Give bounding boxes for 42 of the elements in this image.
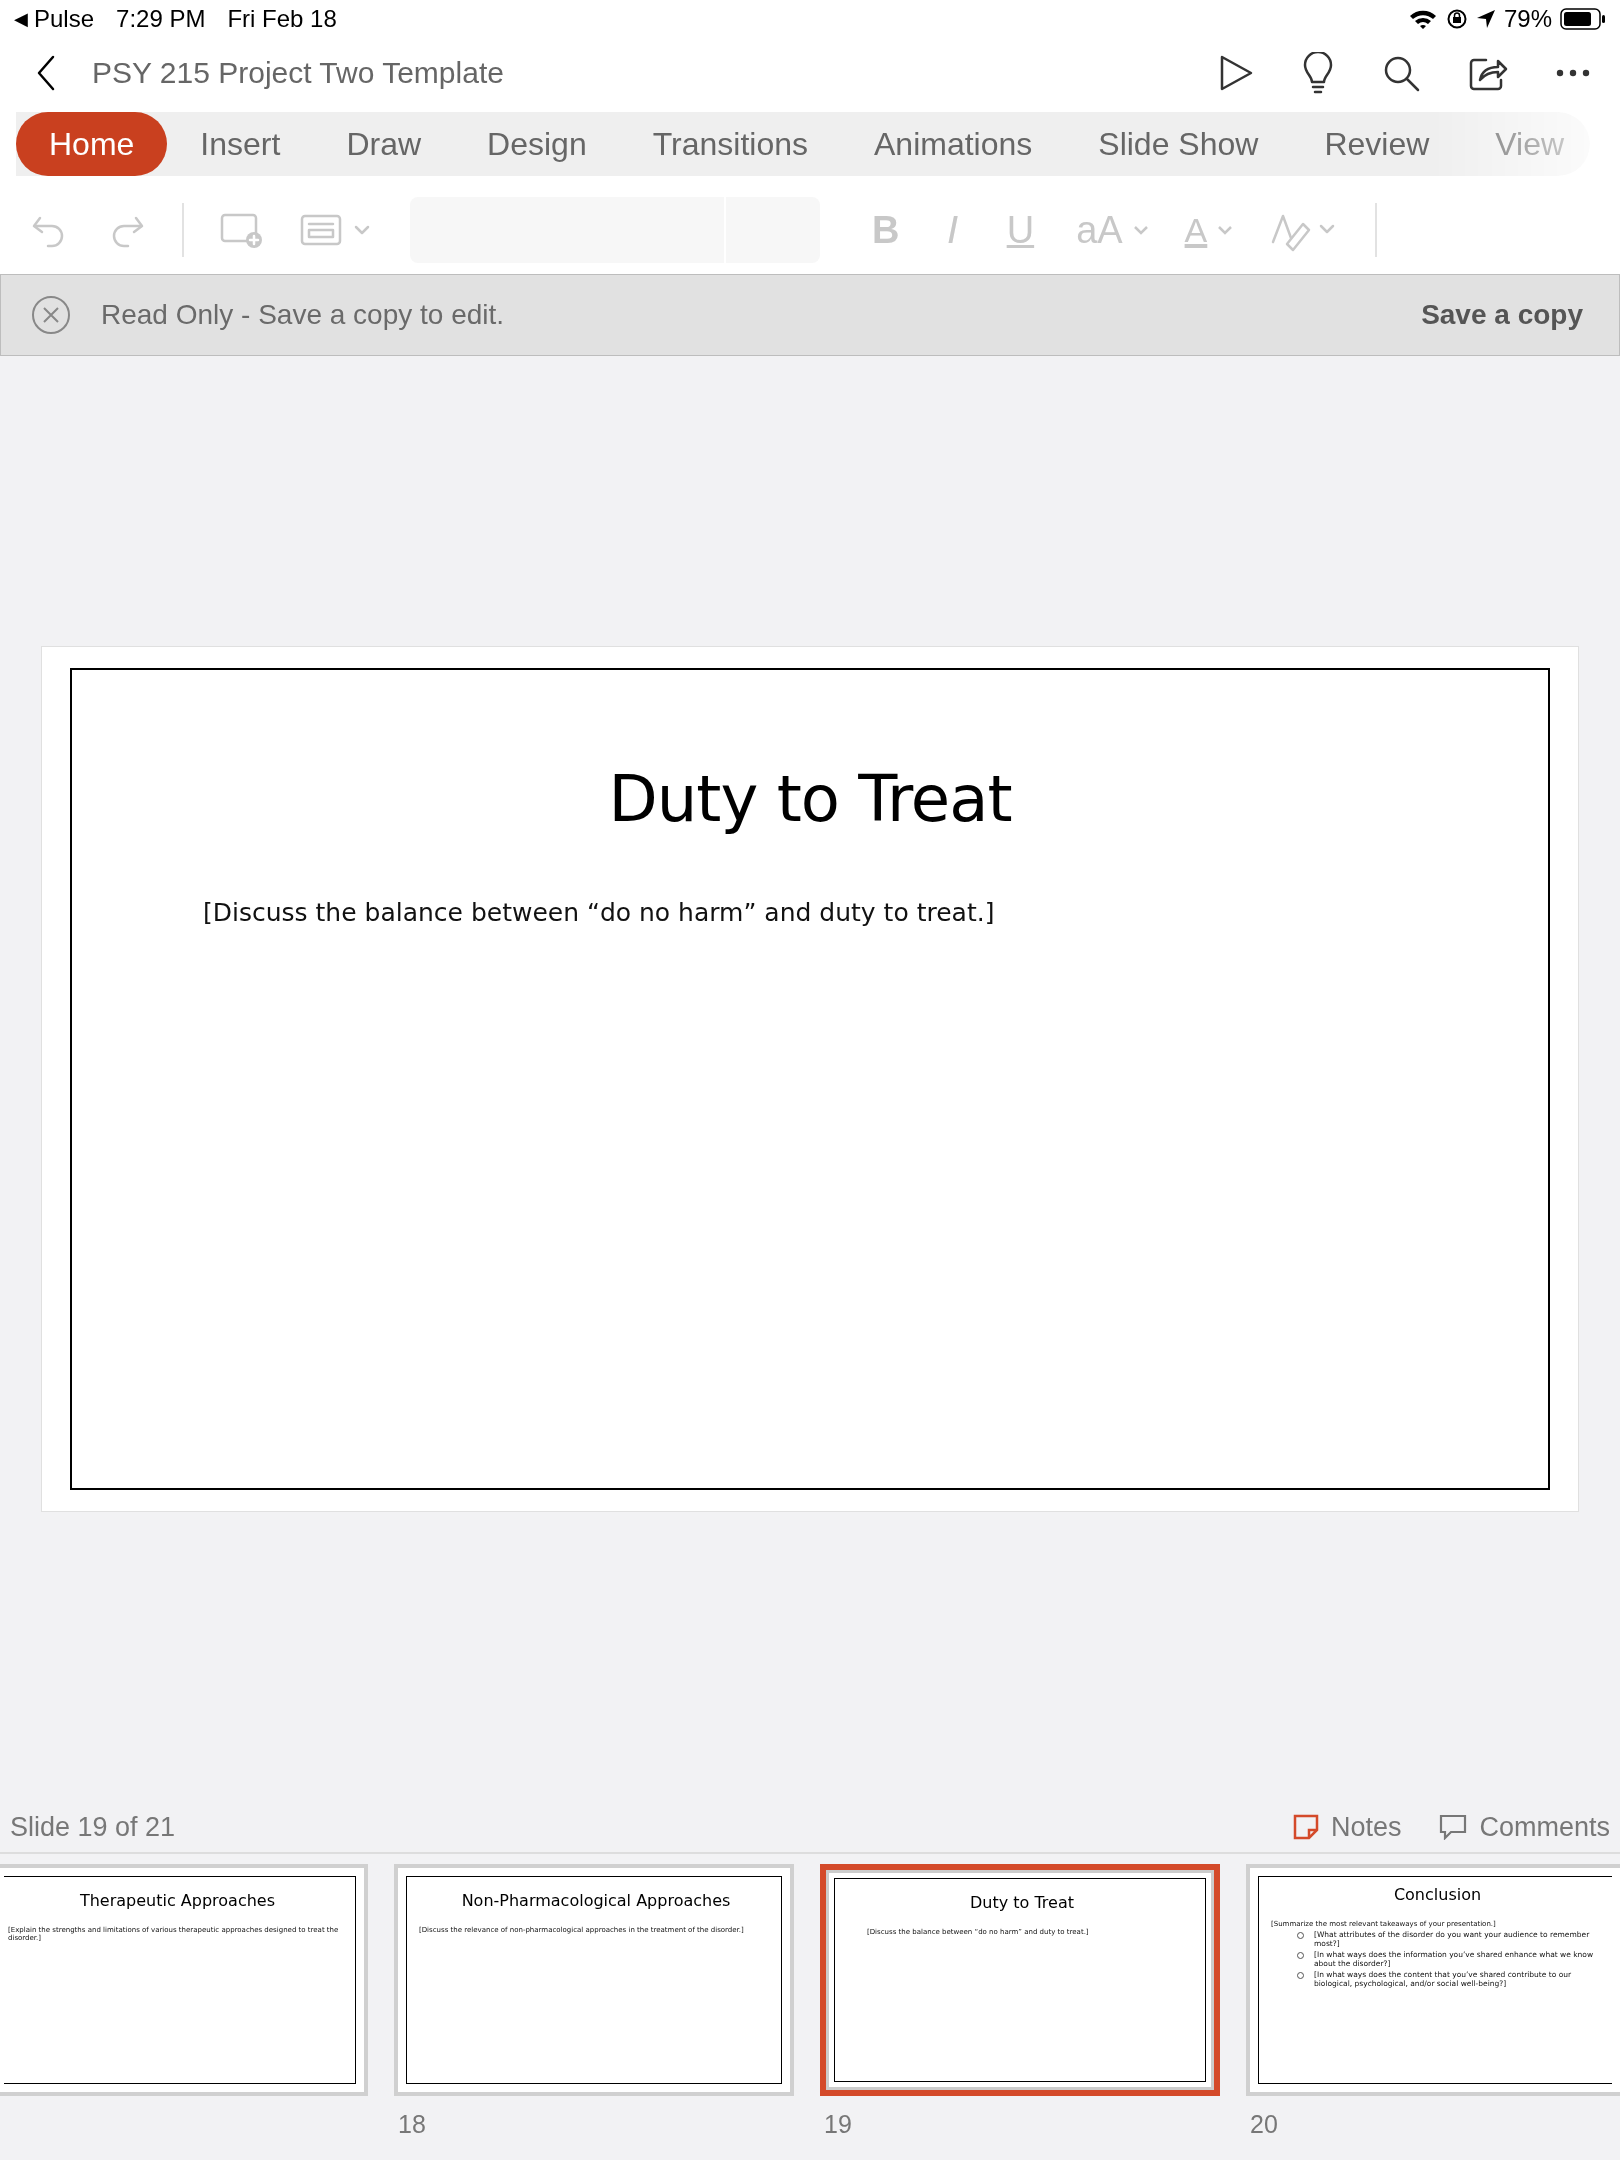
comment-icon xyxy=(1439,1814,1468,1840)
caret-icon xyxy=(1132,225,1149,235)
date: Fri Feb 18 xyxy=(227,5,337,33)
back-icon[interactable] xyxy=(36,54,56,92)
ribbon-tab[interactable]: Review xyxy=(1291,112,1463,176)
ribbon-tab[interactable]: Draw xyxy=(313,112,455,176)
close-icon[interactable] xyxy=(31,295,71,335)
caret-icon xyxy=(1217,225,1234,235)
ribbon-tab[interactable]: Insert xyxy=(167,112,314,176)
thumbnail-title: Therapeutic Approaches xyxy=(78,1891,277,1910)
slide-number: 18 xyxy=(398,2110,426,2138)
battery-icon xyxy=(1560,8,1606,30)
rotation-lock-icon xyxy=(1445,8,1468,30)
slide-number: 19 xyxy=(824,2110,852,2138)
thumbnail-title: Conclusion xyxy=(1392,1885,1483,1904)
back-app-label[interactable]: Pulse xyxy=(34,5,95,33)
read-only-message: Read Only - Save a copy to edit. xyxy=(101,299,505,331)
thumbnail-title: Non-Pharmacological Approaches xyxy=(460,1891,732,1910)
slide-counter: Slide 19 of 21 xyxy=(10,1811,176,1843)
slide-number: 20 xyxy=(1250,2110,1278,2138)
back-to-app-glyph[interactable]: ◀ xyxy=(14,8,28,30)
notes-button[interactable]: Notes xyxy=(1292,1811,1402,1843)
ribbon-tab[interactable]: Animations xyxy=(841,112,1066,176)
search-icon[interactable] xyxy=(1382,54,1420,92)
comments-button[interactable]: Comments xyxy=(1439,1811,1610,1843)
more-icon[interactable] xyxy=(1556,69,1590,77)
save-copy-button[interactable]: Save a copy xyxy=(1415,298,1589,332)
document-title: PSY 215 Project Two Template xyxy=(92,56,504,90)
ribbon-tab[interactable]: Transitions xyxy=(619,112,841,176)
slide-title: Duty to Treat xyxy=(607,762,1013,836)
note-icon xyxy=(1292,1814,1319,1840)
location-arrow-icon xyxy=(1475,9,1496,29)
play-icon[interactable] xyxy=(1218,54,1254,92)
battery-percent: 79% xyxy=(1503,5,1552,33)
thumbnail-title: Duty to Treat xyxy=(969,1893,1075,1912)
ribbon-tab[interactable]: Slide Show xyxy=(1065,112,1292,176)
lightbulb-icon[interactable] xyxy=(1302,52,1334,94)
ribbon-tab[interactable]: Home xyxy=(16,112,168,176)
slide-body-text: [Discuss the balance between “do no harm” and duty to treat.] xyxy=(203,898,996,927)
clock: 7:29 PM xyxy=(116,5,206,33)
ribbon-tab[interactable]: Design xyxy=(454,112,620,176)
slide-thumbnail[interactable] xyxy=(1246,1864,1620,2096)
